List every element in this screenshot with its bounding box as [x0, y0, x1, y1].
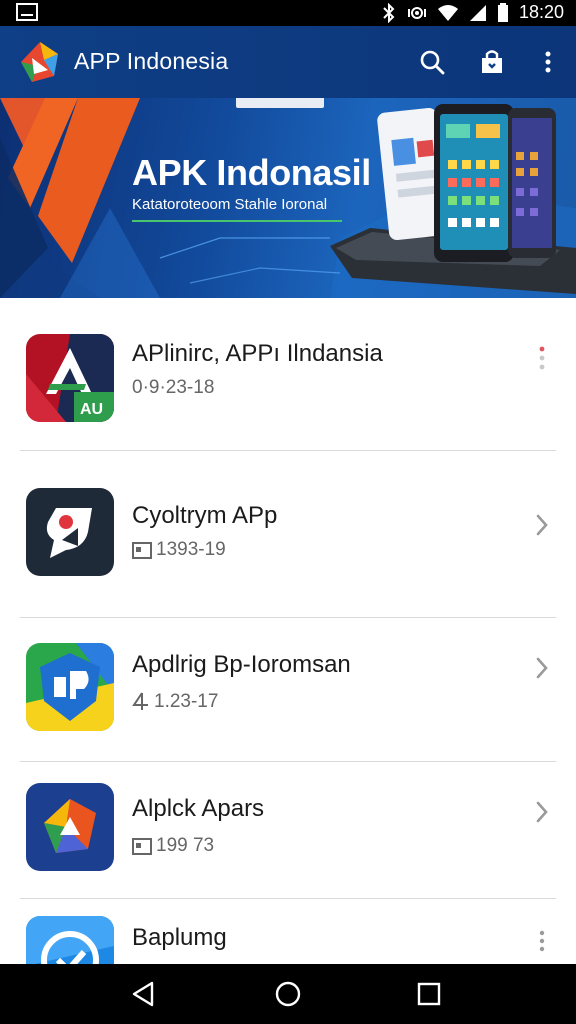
- app-icon-3: [26, 643, 114, 731]
- app-logo-icon: [26, 783, 114, 871]
- app-title: Baplumg: [132, 924, 227, 951]
- more-vert-icon[interactable]: [530, 926, 554, 956]
- app-logo-icon: [21, 42, 58, 82]
- app-meta: 199 73: [156, 835, 215, 856]
- list-item[interactable]: Apdlrig Bp-Ioromsan 1.23-17: [0, 617, 576, 767]
- app-meta: 1393-19: [156, 539, 226, 560]
- back-icon[interactable]: [128, 978, 160, 1010]
- status-time: 18:20: [518, 2, 564, 22]
- app-icon-2: [26, 488, 114, 576]
- promo-banner[interactable]: APK Indonasil Katatoroteoom Stahle Ioron…: [0, 98, 576, 298]
- list-item[interactable]: Cyoltrym APp 1393-19: [0, 450, 576, 600]
- app-title: Alplck Apars: [132, 795, 265, 822]
- status-bar: 18:20: [0, 0, 576, 26]
- more-vert-icon[interactable]: [534, 48, 562, 76]
- app-title: Cyoltrym APp: [132, 502, 278, 529]
- app-meta: 1.23-17: [154, 691, 219, 712]
- app-badge-text: AU: [80, 401, 103, 418]
- signal-icon: [469, 4, 486, 21]
- app-icon-1: AU: [26, 334, 114, 422]
- recents-icon[interactable]: [413, 978, 445, 1010]
- more-vert-icon[interactable]: [530, 344, 554, 374]
- home-icon[interactable]: [272, 978, 304, 1010]
- banner-tab: [236, 98, 324, 108]
- banner-subtitle: Katatoroteoom Stahle Ioronal: [132, 196, 328, 213]
- calendar-icon: [132, 542, 152, 559]
- arrow-icon: [132, 692, 148, 710]
- banner-underline: [132, 220, 342, 222]
- chevron-right-icon[interactable]: [530, 510, 554, 540]
- app-bar: APP Indonesia: [0, 26, 576, 98]
- app-logo-icon: AU: [26, 334, 114, 422]
- app-list: AU APlinirc, APPı Ilndansia 0·9·23-18 Cy…: [0, 298, 576, 964]
- wifi-icon: [437, 4, 458, 21]
- battery-icon: [497, 2, 508, 22]
- bluetooth-icon: [383, 2, 395, 23]
- app-logo-icon: [26, 488, 114, 576]
- list-item[interactable]: Baplumg: [0, 898, 576, 964]
- app-meta: 0·9·23-18: [132, 377, 215, 398]
- store-icon[interactable]: [478, 48, 506, 76]
- nav-bar: [0, 964, 576, 1024]
- app-title: APlinirc, APPı Ilndansia: [132, 340, 383, 367]
- calendar-icon: [132, 838, 152, 855]
- app-title: APP Indonesia: [74, 48, 229, 74]
- screenshot-icon: [16, 3, 38, 21]
- list-item[interactable]: Alplck Apars 199 73: [0, 761, 576, 911]
- app-icon-4: [26, 783, 114, 871]
- chevron-right-icon[interactable]: [530, 653, 554, 683]
- app-logo-icon: [26, 916, 114, 964]
- list-item[interactable]: AU APlinirc, APPı Ilndansia 0·9·23-18: [0, 298, 576, 448]
- app-logo-icon: [26, 643, 114, 731]
- app-title: Apdlrig Bp-Ioromsan: [132, 651, 351, 678]
- banner-title: APK Indonasil: [132, 152, 371, 193]
- vibrate-icon: [407, 6, 426, 19]
- chevron-right-icon[interactable]: [530, 797, 554, 827]
- app-icon-5: [26, 916, 114, 964]
- search-icon[interactable]: [418, 48, 446, 76]
